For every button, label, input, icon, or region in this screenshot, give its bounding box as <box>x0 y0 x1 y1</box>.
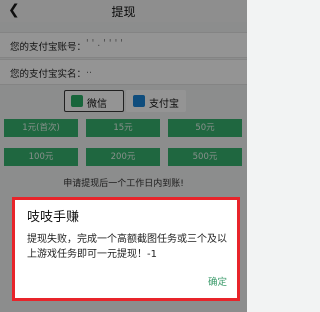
dialog-message: 提现失败，完成一个高额截图任务或三个及以上游戏任务即可一元提现！-1 <box>27 234 227 260</box>
dialog-confirm-button[interactable]: 确定 <box>208 274 227 288</box>
dialog-title: 吱吱手赚 <box>27 210 80 225</box>
alert-dialog: 吱吱手赚 提现失败，完成一个高额截图任务或三个及以上游戏任务即可一元提现！-1 … <box>12 197 240 301</box>
